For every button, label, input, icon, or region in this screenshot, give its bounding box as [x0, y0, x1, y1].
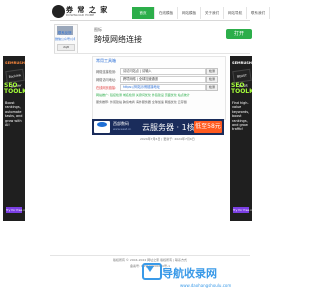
- nav-item-home[interactable]: 首页: [132, 7, 155, 19]
- tool-panel-title: 常用工具箱: [96, 58, 116, 63]
- tool-row: 在线网页链接: https://网站示例链接地址 检测: [96, 84, 220, 91]
- header-divider: [50, 20, 250, 21]
- site-thumbnail-button[interactable]: 2q8: [57, 44, 75, 51]
- tool-row-button[interactable]: 检测: [206, 76, 218, 83]
- page-category: 图标: [94, 27, 102, 32]
- nav-item-about[interactable]: 关于我们: [201, 7, 224, 19]
- nav-item-contact[interactable]: 联系我们: [247, 7, 270, 19]
- tool-row: 网络访问地址: 跨境网络 | 全球加速通道 检测: [96, 76, 220, 83]
- tool-tags-line[interactable]: 网站推广: 链接检测 域名检测 关键词优化 外链建设 页面优化 站点统计: [96, 93, 222, 97]
- site-thumbnail-caption[interactable]: 微信公众号/小程序 申请: [55, 37, 75, 41]
- right-ad-logo: SEMRUSH: [232, 61, 252, 65]
- watermark-text: 导航收录网: [162, 267, 217, 280]
- right-ad-cta-button[interactable]: Try for free now: [233, 207, 252, 213]
- left-ad-body: Boost rankings, automate tasks, and grow…: [5, 101, 23, 128]
- left-ad-logo: SEMRUSH: [5, 61, 25, 65]
- tool-row-label: 网络连接检测:: [96, 70, 117, 74]
- tool-row: 网络连接检测: 请访问站点 | 请输入 检测: [96, 68, 220, 75]
- nav-item-site-templates[interactable]: 网站模板: [178, 7, 201, 19]
- nav-item-site-directory[interactable]: 网站导航: [224, 7, 247, 19]
- open-site-button[interactable]: 打开: [226, 29, 252, 39]
- page-title-block: 图标 跨境网络连接: [94, 27, 142, 45]
- watermark-url: www.daohangshoulu.com: [180, 283, 232, 288]
- tool-row-input[interactable]: 跨境网络 | 全球加速通道: [120, 76, 206, 83]
- download-arrow-icon: [146, 266, 154, 272]
- cloud-ad-logo-icon: [97, 122, 107, 127]
- left-ad-headline: SEO TOOLKIT: [4, 82, 25, 96]
- cloud-ad-price-button[interactable]: 低至58元: [194, 121, 222, 133]
- site-logo-icon[interactable]: [52, 5, 65, 18]
- left-ad-cta-button[interactable]: Try for free now: [6, 207, 25, 213]
- tool-row-input[interactable]: 请访问站点 | 请输入: [120, 68, 206, 75]
- main-nav: 首页 在线模板 网站模板 关于我们 网站导航 联系我们: [132, 7, 270, 19]
- page-title: 跨境网络连接: [94, 35, 142, 44]
- cloud-ad-url: www.west.cn: [113, 127, 132, 131]
- right-ad-headline: SEO TOOLKIT: [231, 82, 252, 96]
- update-info-line: 2024年7月6日 | 更新于: 2024年7月6日: [140, 137, 195, 141]
- footer-copyright: 版权所有 © 2004-2024 网址之家 版权所有 | 联系方式: [112, 258, 188, 262]
- tool-tags-line[interactable]: 服务推荐: 外贸建站 跨境电商 海外服务器 全球加速 网络优化 云存储: [96, 100, 222, 104]
- feedback-link[interactable]: 联系反馈: [58, 30, 72, 35]
- tool-row-button[interactable]: 检测: [206, 68, 218, 75]
- tool-row-label: 网络访问地址:: [96, 78, 117, 82]
- right-ad-body: Find high-value keywords, boost rankings…: [232, 101, 250, 132]
- title-divider: [54, 53, 250, 54]
- tool-row-label: 在线网页链接:: [96, 86, 117, 90]
- nav-item-online-templates[interactable]: 在线模板: [155, 7, 178, 19]
- right-ad-banner[interactable]: SEMRUSH BEAST MODE SEO TOOLKIT Find high…: [230, 56, 252, 221]
- site-logo-subtitle: DOWNLOAD HOME: [66, 13, 95, 17]
- footer-divider: [50, 255, 250, 256]
- left-ad-banner[interactable]: SEMRUSH Backlink Builder SEO TOOLKIT Boo…: [3, 56, 25, 221]
- content-area: [92, 145, 224, 255]
- tool-row-input[interactable]: https://网站示例链接地址: [120, 84, 206, 91]
- tool-row-button[interactable]: 检测: [206, 84, 218, 91]
